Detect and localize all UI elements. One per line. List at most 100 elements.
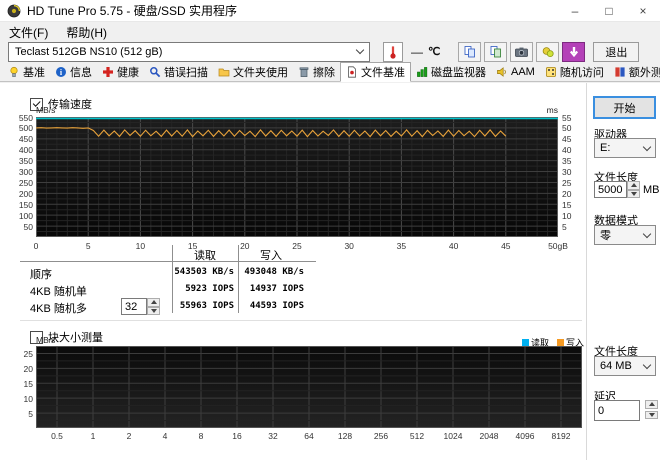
tick-label: 450: [18, 134, 33, 145]
menu-file[interactable]: 文件(F): [0, 24, 57, 41]
tick-label: 15: [562, 199, 572, 210]
thermometer-icon: [389, 44, 397, 60]
screenshot-button[interactable]: [510, 41, 534, 62]
start-button[interactable]: 开始: [593, 96, 656, 119]
tick-label: 5: [562, 221, 567, 232]
tick-label: 50: [562, 123, 572, 134]
info-icon: i: [55, 66, 67, 78]
tick-label: 15: [23, 378, 33, 389]
tab-label: 错误扫描: [164, 66, 208, 79]
tick-label: 1: [90, 431, 96, 441]
drive-select[interactable]: Teclast 512GB NS10 (512 gB): [8, 41, 370, 62]
tab-extra-tests[interactable]: 额外测试: [609, 62, 660, 81]
file-length-input[interactable]: [594, 181, 627, 198]
chevron-down-icon: [642, 229, 652, 238]
tab-label: 文件夹使用: [233, 66, 288, 79]
tab-random-access[interactable]: 随机访问: [540, 62, 609, 81]
close-button[interactable]: ×: [626, 0, 660, 21]
queue-depth-input[interactable]: [121, 298, 147, 315]
disk-monitor-icon: [416, 66, 428, 78]
tick-label: 64: [304, 431, 314, 441]
tick-label: 4: [162, 431, 168, 441]
row-sequential-read: 543503 KB/s: [174, 267, 234, 277]
tick-label: 55: [562, 112, 572, 123]
spin-down-button[interactable]: [627, 189, 640, 198]
temperature-indicator: [383, 41, 403, 62]
tab-error-scan[interactable]: 错误扫描: [144, 62, 213, 81]
arrow-down-icon: [630, 191, 637, 196]
tab-benchmark[interactable]: 基准: [3, 62, 50, 81]
queue-depth-spinner: [121, 298, 160, 315]
copy-image-button[interactable]: [484, 41, 508, 62]
donate-button[interactable]: [536, 41, 560, 62]
save-results-button[interactable]: [562, 41, 586, 62]
camera-icon: [514, 45, 529, 59]
temperature-value: —: [411, 44, 423, 59]
copy-image-icon: [489, 45, 503, 59]
tick-label: 5: [28, 408, 33, 419]
minimize-button[interactable]: –: [558, 0, 592, 21]
tick-label: 150: [18, 199, 33, 210]
copy-text-button[interactable]: [458, 41, 482, 62]
random-access-icon: [545, 66, 557, 78]
tick-label: 128: [337, 431, 353, 441]
drive-select-value: Teclast 512GB NS10 (512 gB): [15, 45, 163, 58]
tick-label: 2: [126, 431, 132, 441]
maximize-button[interactable]: □: [592, 0, 626, 21]
drive-combo[interactable]: E:: [594, 138, 656, 158]
data-mode-value: 零: [600, 230, 611, 242]
tick-label: 20: [562, 188, 572, 199]
tick-label: 50: [23, 221, 33, 232]
file-length2-combo[interactable]: 64 MB: [594, 356, 656, 376]
erase-icon: [298, 66, 310, 78]
row-random-multi-write: 44593 IOPS: [249, 301, 304, 311]
tick-label: 350: [18, 156, 33, 167]
arrow-up-icon: [150, 300, 157, 305]
file-length-spinner: MB: [594, 181, 660, 198]
tab-health[interactable]: 健康: [97, 62, 144, 81]
tab-folder-usage[interactable]: 文件夹使用: [213, 62, 293, 81]
tab-label: 健康: [117, 66, 139, 79]
download-arrow-icon: [567, 45, 581, 59]
app-icon: [7, 4, 21, 18]
tick-label: 30: [562, 167, 572, 178]
copy-icon: [463, 45, 477, 59]
block-size-chart: [36, 346, 582, 428]
tab-label: 文件基准: [361, 67, 405, 79]
tab-info[interactable]: i 信息: [50, 62, 97, 81]
tick-label: 8192: [551, 431, 571, 441]
spin-up-button[interactable]: [147, 298, 160, 307]
row-random-single-read: 5923 IOPS: [185, 284, 234, 294]
health-icon: [102, 66, 114, 78]
spin-up-button[interactable]: [627, 181, 640, 190]
tick-label: 35: [396, 241, 407, 251]
spin-down-button[interactable]: [645, 410, 658, 419]
tick-label: 25: [23, 348, 33, 359]
tick-label: 40: [448, 241, 459, 251]
coins-icon: [541, 45, 555, 59]
tick-label: 5: [85, 241, 91, 251]
exit-button[interactable]: 退出: [593, 41, 640, 62]
block-size-label: 块大小测量: [48, 332, 103, 344]
menu-help[interactable]: 帮助(H): [57, 24, 116, 41]
close-icon: ×: [639, 3, 647, 18]
tick-label: 512: [409, 431, 425, 441]
data-mode-combo[interactable]: 零: [594, 225, 656, 245]
table-header-read: 读取: [194, 250, 216, 262]
temperature-unit-icon: ℃: [428, 46, 441, 58]
spin-up-button[interactable]: [645, 400, 658, 409]
tab-file-benchmark[interactable]: 文件基准: [340, 62, 411, 82]
tick-label: 32: [268, 431, 278, 441]
row-sequential-label: 顺序: [30, 269, 52, 281]
tab-erase[interactable]: 擦除: [293, 62, 340, 81]
drive-combo-value: E:: [600, 142, 611, 154]
tab-label: 信息: [70, 66, 92, 79]
delay-input[interactable]: [594, 400, 640, 421]
tick-label: 2048: [479, 431, 499, 441]
tab-aam[interactable]: AAM: [491, 62, 540, 81]
hdtune-window: HD Tune Pro 5.75 - 硬盘/SSD 实用程序 – □ × 文件(…: [0, 0, 660, 460]
spin-down-button[interactable]: [147, 306, 160, 315]
tab-label: 擦除: [313, 66, 335, 79]
tab-disk-monitor[interactable]: 磁盘监视器: [411, 62, 491, 81]
arrow-down-icon: [648, 412, 655, 417]
